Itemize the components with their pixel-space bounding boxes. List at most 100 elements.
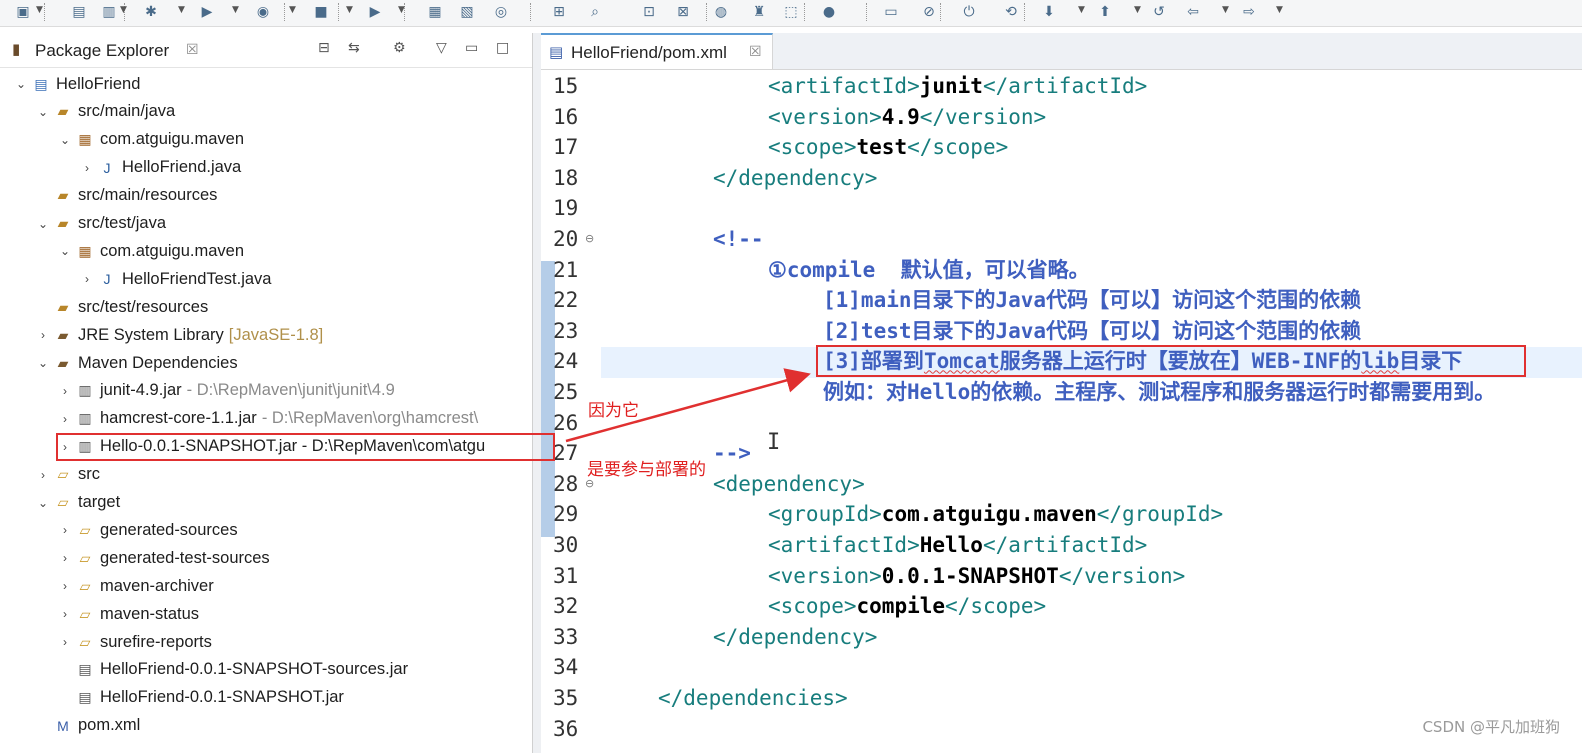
close-icon[interactable]: ☒ (749, 44, 762, 60)
close-icon[interactable]: ☒ (186, 42, 199, 58)
tree-item[interactable]: ⌄ ▰ src/main/java (34, 99, 175, 125)
new-icon[interactable]: ▣ (12, 2, 34, 22)
chevron-down-icon[interactable]: ⌄ (56, 244, 74, 258)
chevron-down-icon[interactable]: ⌄ (34, 356, 52, 370)
line-number: 36 (553, 716, 579, 741)
package-explorer-tab[interactable]: ▮ Package Explorer ☒ ⊟ ⇆ ⚙ ▽ ▭ □ (0, 33, 532, 68)
chevron-right-icon[interactable]: › (56, 579, 74, 593)
minimize-icon[interactable]: ▭ (465, 40, 478, 56)
chevron-right-icon[interactable]: › (56, 384, 74, 398)
chevron-down-icon[interactable]: ⌄ (34, 217, 52, 231)
tree-item[interactable]: › ▱ surefire-reports (56, 629, 212, 655)
dropdown-arrow-icon[interactable]: ▼ (1078, 5, 1085, 15)
web-browser-icon[interactable]: ◍ (710, 2, 732, 22)
tree-item[interactable]: › J HelloFriend.java (78, 155, 241, 181)
dropdown-arrow-icon[interactable]: ▼ (289, 5, 296, 15)
folder-icon: ▱ (57, 466, 69, 483)
save-all-icon[interactable]: ▥ (98, 2, 120, 22)
forward-icon[interactable]: ⇨ (1238, 2, 1260, 22)
chevron-right-icon[interactable]: › (78, 161, 96, 175)
chevron-right-icon[interactable]: › (34, 328, 52, 342)
link-with-editor-icon[interactable]: ⇆ (348, 40, 360, 56)
tree-item[interactable]: ▤ HelloFriend-0.0.1-SNAPSHOT-sources.jar (56, 657, 408, 683)
open-task-icon[interactable]: ⊡ (638, 2, 660, 22)
back-icon[interactable]: ⇦ (1182, 2, 1204, 22)
chevron-right-icon[interactable]: › (78, 272, 96, 286)
xml-editor: ▤ HelloFriend/pom.xml ☒ 15 16 17 18 19 20 ⊖ 21 2… (541, 33, 1582, 753)
tree-item[interactable]: Mpom.xml (34, 713, 140, 739)
chevron-right-icon[interactable]: › (56, 412, 74, 426)
tree-item[interactable]: › ▥ junit-4.9.jar - D:\RepMaven\junit\junit… (56, 378, 395, 404)
tree-item[interactable]: ▰ src/test/resources (34, 294, 209, 320)
code-area[interactable]: <artifactId>junit</artifactId> <version>4… (601, 71, 1582, 753)
tree-item-label: pom.xml (78, 716, 141, 735)
tree-item[interactable]: › ▱ maven-archiver (56, 573, 214, 599)
tree-item[interactable]: ▤ HelloFriend-0.0.1-SNAPSHOT.jar (56, 685, 344, 711)
dropdown-arrow-icon[interactable]: ▼ (232, 5, 239, 15)
stop-icon[interactable]: ■ (310, 2, 332, 22)
chevron-right-icon[interactable]: › (56, 635, 74, 649)
server-start-icon[interactable]: ⏻ (958, 2, 980, 22)
chevron-right-icon[interactable]: › (34, 468, 52, 482)
editor-tab-title: HelloFriend/pom.xml (571, 43, 727, 62)
code-token: <dependency> (713, 471, 865, 496)
chevron-down-icon[interactable]: ⌄ (34, 105, 52, 119)
new-java-project-icon[interactable]: ▦ (424, 2, 446, 22)
ant-icon[interactable]: ♜ (748, 2, 770, 22)
chevron-down-icon[interactable]: ⌄ (56, 133, 74, 147)
maximize-icon[interactable]: □ (496, 40, 509, 56)
chevron-right-icon[interactable]: › (56, 523, 74, 537)
line-number: 19 (553, 196, 579, 221)
debug-icon[interactable]: ✱ (140, 2, 162, 22)
tree-item[interactable]: › ▱ generated-test-sources (56, 545, 270, 571)
chevron-right-icon[interactable]: › (56, 551, 74, 565)
new-class-icon[interactable]: ◎ (490, 2, 512, 22)
last-edit-icon[interactable]: ↺ (1148, 2, 1170, 22)
dropdown-arrow-icon[interactable]: ▼ (36, 5, 43, 15)
tree-item[interactable]: ⌄ ▦ com.atguigu.maven (56, 238, 244, 264)
tree-item[interactable]: ▰ src/main/resources (34, 183, 218, 209)
user-icon[interactable]: ● (818, 2, 840, 22)
tree-item[interactable]: ⌄ ▱ target (34, 490, 120, 516)
chevron-right-icon[interactable]: › (56, 607, 74, 621)
dropdown-arrow-icon[interactable]: ▼ (1134, 5, 1141, 15)
tab-pom-xml[interactable]: ▤ HelloFriend/pom.xml ☒ (541, 33, 773, 69)
toolbar-separator (44, 3, 46, 21)
server-stop-icon[interactable]: ⟲ (1000, 2, 1022, 22)
dropdown-arrow-icon[interactable]: ▼ (346, 5, 353, 15)
collapse-all-icon[interactable]: ⊟ (318, 40, 330, 56)
view-menu-icon[interactable]: ▽ (436, 40, 447, 56)
chevron-down-icon[interactable]: ⌄ (34, 496, 52, 510)
remote-icon[interactable]: ⬚ (780, 2, 802, 22)
fold-collapse-icon[interactable]: ⊖ (585, 232, 594, 245)
open-type-icon[interactable]: ⊞ (548, 2, 570, 22)
tree-item[interactable]: › ▰ JRE System Library [JavaSE-1.8] (34, 322, 323, 348)
tree-item[interactable]: › J HelloFriendTest.java (78, 266, 271, 292)
next-annotation-icon[interactable]: ⬇ (1038, 2, 1060, 22)
dropdown-arrow-icon[interactable]: ▼ (1276, 5, 1283, 15)
pin-icon[interactable]: ⊘ (918, 2, 940, 22)
chevron-down-icon[interactable]: ⌄ (12, 77, 30, 91)
new-package-icon[interactable]: ▧ (456, 2, 478, 22)
tree-item[interactable]: › ▥ hamcrest-core-1.1.jar - D:\RepMaven\org… (56, 406, 478, 432)
filter-icon[interactable]: ⚙ (393, 40, 406, 56)
tree-item[interactable]: › ▱ maven-status (56, 601, 199, 627)
tree-item[interactable]: › ▱ src (34, 462, 100, 488)
console-icon[interactable]: ▭ (880, 2, 902, 22)
prev-annotation-icon[interactable]: ⬆ (1094, 2, 1116, 22)
open-resource-icon[interactable]: ⊠ (672, 2, 694, 22)
tree-item[interactable]: ⌄ ▦ com.atguigu.maven (56, 127, 244, 153)
tree-item[interactable]: ⌄ ▰ src/test/java (34, 211, 166, 237)
dropdown-arrow-icon[interactable]: ▼ (120, 5, 127, 15)
tree-item[interactable]: › ▱ generated-sources (56, 517, 238, 543)
search-icon[interactable]: ⌕ (584, 2, 606, 22)
run-icon[interactable]: ▶ (196, 2, 218, 22)
dropdown-arrow-icon[interactable]: ▼ (398, 5, 405, 15)
dropdown-arrow-icon[interactable]: ▼ (178, 5, 185, 15)
external-tools-icon[interactable]: ▶ (364, 2, 386, 22)
tree-item[interactable]: ⌄ ▤ HelloFriend (12, 71, 140, 97)
coverage-icon[interactable]: ◉ (252, 2, 274, 22)
tree-item[interactable]: ⌄ ▰ Maven Dependencies (34, 350, 238, 376)
dropdown-arrow-icon[interactable]: ▼ (1222, 5, 1229, 15)
save-icon[interactable]: ▤ (68, 2, 90, 22)
